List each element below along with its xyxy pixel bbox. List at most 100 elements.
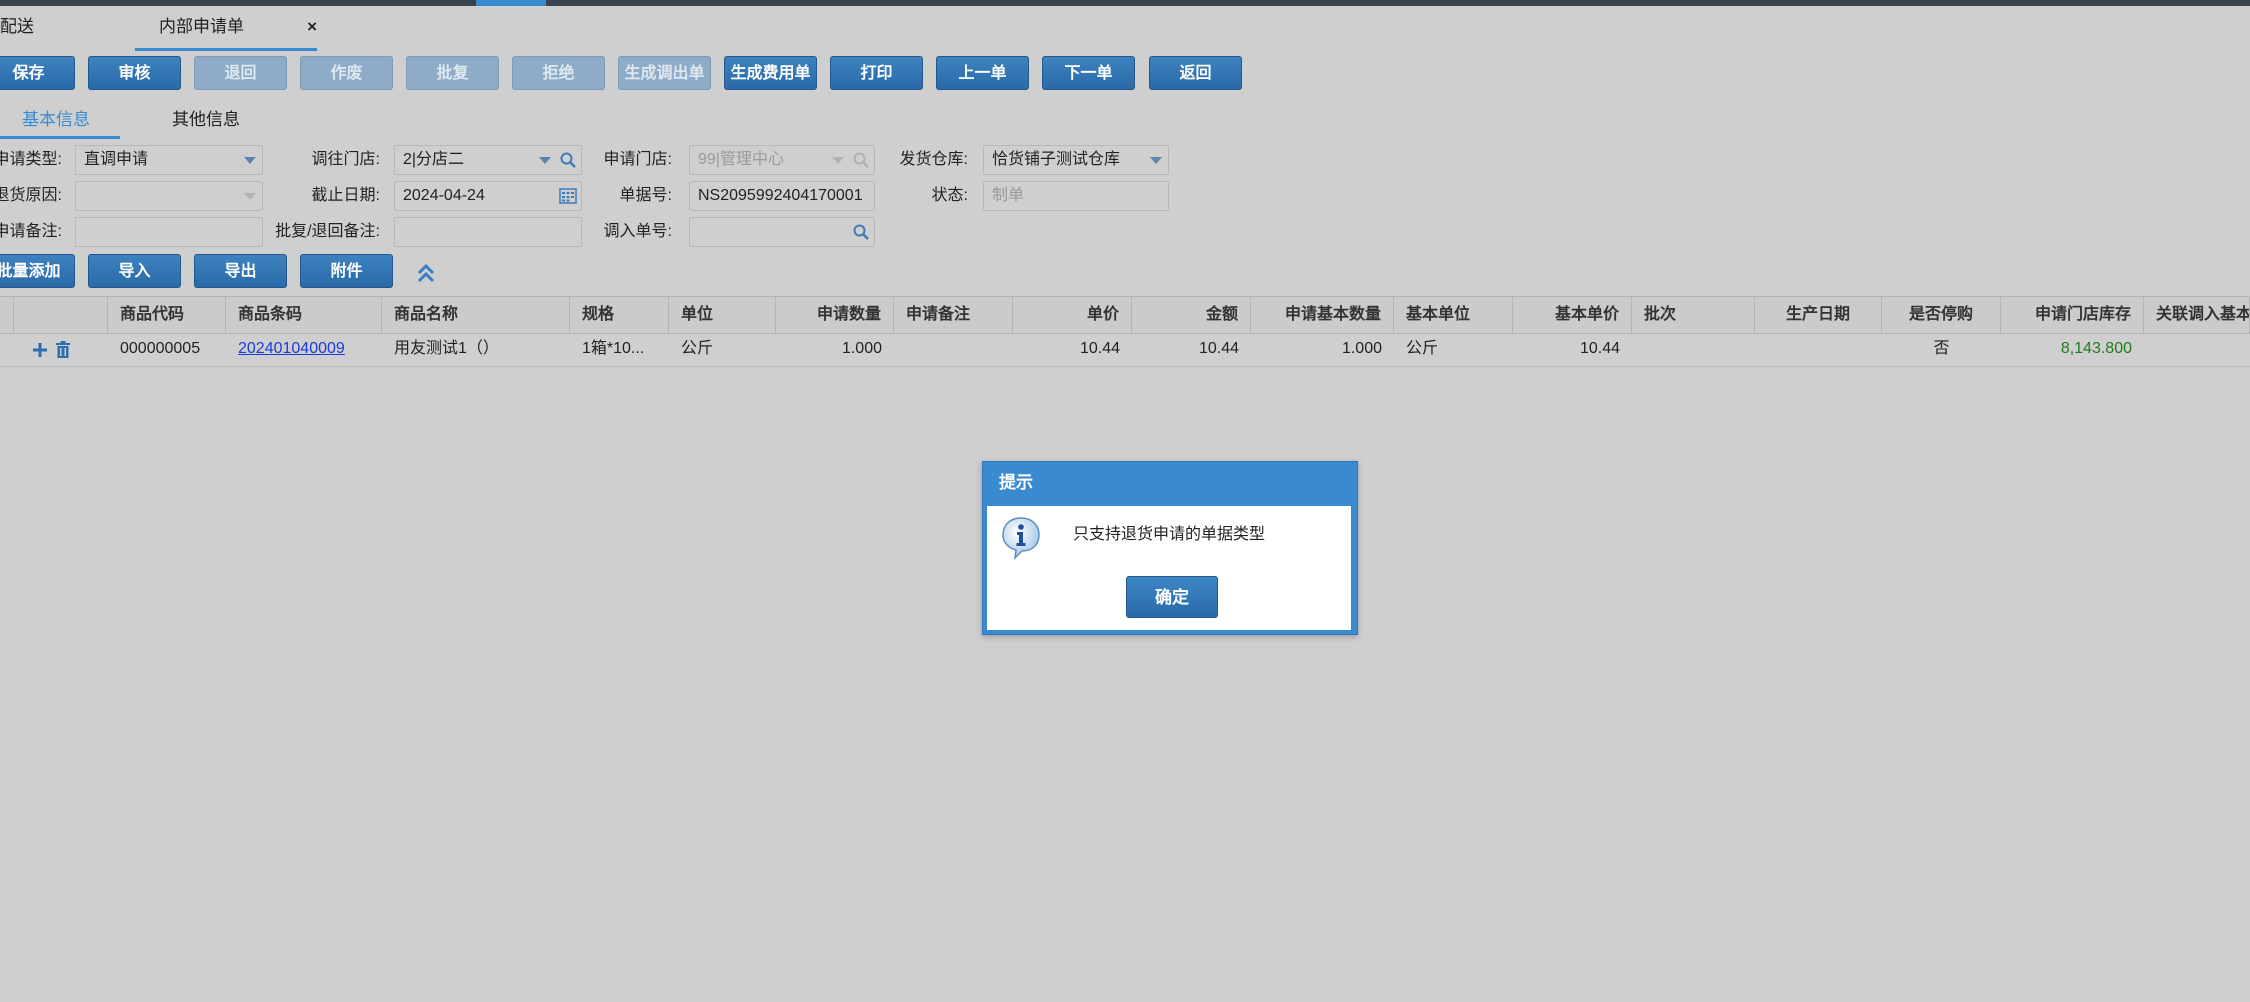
chevron-down-icon [539, 157, 551, 164]
warehouse-label: 发货仓库: [899, 151, 968, 168]
col-spec[interactable]: 规格 [570, 297, 669, 333]
top-bar-accent [476, 0, 546, 6]
barcode-link[interactable]: 202401040009 [238, 340, 345, 357]
alert-dialog: 提示 只支持退货申请的单据类型 确定 [982, 461, 1358, 635]
cell-name: 用友测试1（） [394, 340, 499, 357]
col-qty[interactable]: 申请数量 [776, 297, 894, 333]
col-barcode[interactable]: 商品条码 [226, 297, 382, 333]
grid-header-cell [0, 297, 14, 333]
col-amount[interactable]: 金额 [1132, 297, 1251, 333]
cell-batch [1632, 332, 1755, 366]
return-button[interactable]: 退回 [194, 56, 287, 90]
return-reason-label: 退货原因: [0, 187, 62, 204]
col-linked-in[interactable]: 关联调入基本 [2144, 297, 2250, 333]
col-name[interactable]: 商品名称 [382, 297, 570, 333]
dialog-body: 只支持退货申请的单据类型 确定 [987, 506, 1351, 630]
apply-store-value: 99|管理中心 [698, 151, 784, 168]
info-icon [1002, 517, 1040, 560]
print-button[interactable]: 打印 [830, 56, 923, 90]
cell-barcode[interactable]: 202401040009 [226, 332, 382, 366]
cell-prod-date [1755, 332, 1882, 366]
to-store-field[interactable]: 2|分店二 [394, 145, 582, 175]
collapse-up-icon[interactable] [416, 262, 436, 284]
batch-add-button[interactable]: 批量添加 [0, 254, 75, 288]
chevron-down-icon [244, 193, 256, 200]
col-base-unit[interactable]: 基本单位 [1394, 297, 1513, 333]
deadline-label: 截止日期: [311, 187, 380, 204]
col-note[interactable]: 申请备注 [894, 297, 1013, 333]
deadline-date-field[interactable]: 2024-04-24 [394, 181, 582, 211]
apply-type-value: 直调申请 [84, 151, 149, 168]
tab-delivery[interactable]: 配送 [0, 6, 34, 48]
apply-store-label: 申请门店: [603, 151, 672, 168]
trash-icon[interactable] [55, 341, 71, 358]
in-doc-field[interactable] [689, 217, 875, 247]
cell-code: 000000005 [120, 340, 201, 357]
search-icon[interactable] [852, 223, 870, 241]
grid-header: 商品代码 商品条码 商品名称 规格 单位 申请数量 申请备注 单价 金额 申请基… [0, 296, 2250, 334]
cell-stock: 8,143.800 [2060, 340, 2132, 357]
col-stock[interactable]: 申请门店库存 [2001, 297, 2144, 333]
reply-note-input[interactable] [394, 217, 582, 247]
return-reason-select[interactable] [75, 181, 263, 211]
reply-note-label: 批复/退回备注: [275, 223, 380, 240]
close-icon[interactable]: × [307, 6, 317, 48]
cell-amount: 10.44 [1198, 340, 1239, 357]
prev-doc-button[interactable]: 上一单 [936, 56, 1029, 90]
in-doc-label: 调入单号: [603, 223, 672, 240]
col-price[interactable]: 单价 [1013, 297, 1132, 333]
grid-header-cell [14, 297, 108, 333]
cell-spec: 1箱*10... [582, 340, 645, 357]
dialog-title: 提示 [999, 473, 1033, 492]
tab-internal-request[interactable]: 内部申请单 × [135, 6, 317, 51]
warehouse-select[interactable]: 恰货铺子测试仓库 [983, 145, 1169, 175]
col-prod-date[interactable]: 生产日期 [1755, 297, 1882, 333]
generate-transfer-out-button[interactable]: 生成调出单 [618, 56, 711, 90]
subtab-basic-info[interactable]: 基本信息 [0, 104, 120, 139]
col-unit[interactable]: 单位 [669, 297, 776, 333]
save-button[interactable]: 保存 [0, 56, 75, 90]
doc-no-label: 单据号: [619, 187, 672, 204]
doc-no-field[interactable]: NS2095992404170001 [689, 181, 875, 211]
col-code[interactable]: 商品代码 [108, 297, 226, 333]
reply-button[interactable]: 批复 [406, 56, 499, 90]
back-button[interactable]: 返回 [1149, 56, 1242, 90]
search-icon [853, 152, 869, 168]
cell-qty[interactable]: 1.000 [776, 332, 894, 366]
apply-store-field[interactable]: 99|管理中心 [689, 145, 875, 175]
void-button[interactable]: 作废 [300, 56, 393, 90]
reject-button[interactable]: 拒绝 [512, 56, 605, 90]
tab-label: 内部申请单 [159, 17, 244, 36]
deadline-value: 2024-04-24 [403, 187, 485, 204]
cell-price: 10.44 [1079, 340, 1120, 357]
status-label: 状态: [931, 187, 968, 204]
next-doc-button[interactable]: 下一单 [1042, 56, 1135, 90]
attachment-button[interactable]: 附件 [300, 254, 393, 288]
apply-note-label: 申请备注: [0, 223, 62, 240]
chevron-down-icon [832, 157, 844, 164]
dialog-message: 只支持退货申请的单据类型 [1073, 526, 1266, 543]
approve-button[interactable]: 审核 [88, 56, 181, 90]
subtab-other-info[interactable]: 其他信息 [172, 104, 240, 136]
top-bar [0, 0, 2250, 6]
status-field: 制单 [983, 181, 1169, 211]
apply-type-select[interactable]: 直调申请 [75, 145, 263, 175]
chevron-down-icon [244, 157, 256, 164]
generate-expense-button[interactable]: 生成费用单 [724, 56, 817, 90]
add-row-icon[interactable] [32, 342, 48, 358]
import-button[interactable]: 导入 [88, 254, 181, 288]
col-base-price[interactable]: 基本单价 [1513, 297, 1632, 333]
cell-base-price: 10.44 [1579, 340, 1620, 357]
apply-note-input[interactable] [75, 217, 263, 247]
col-batch[interactable]: 批次 [1632, 297, 1755, 333]
chevron-down-icon [1150, 157, 1162, 164]
ok-button[interactable]: 确定 [1126, 576, 1218, 618]
table-row[interactable]: 000000005 202401040009 用友测试1（） 1箱*10... … [0, 332, 2250, 367]
col-stopped[interactable]: 是否停购 [1882, 297, 2001, 333]
col-base-qty[interactable]: 申请基本数量 [1251, 297, 1394, 333]
cell-base-unit: 公斤 [1406, 340, 1439, 357]
warehouse-value: 恰货铺子测试仓库 [992, 151, 1121, 168]
cell-note[interactable] [894, 332, 1013, 366]
to-store-value: 2|分店二 [403, 151, 465, 168]
export-button[interactable]: 导出 [194, 254, 287, 288]
